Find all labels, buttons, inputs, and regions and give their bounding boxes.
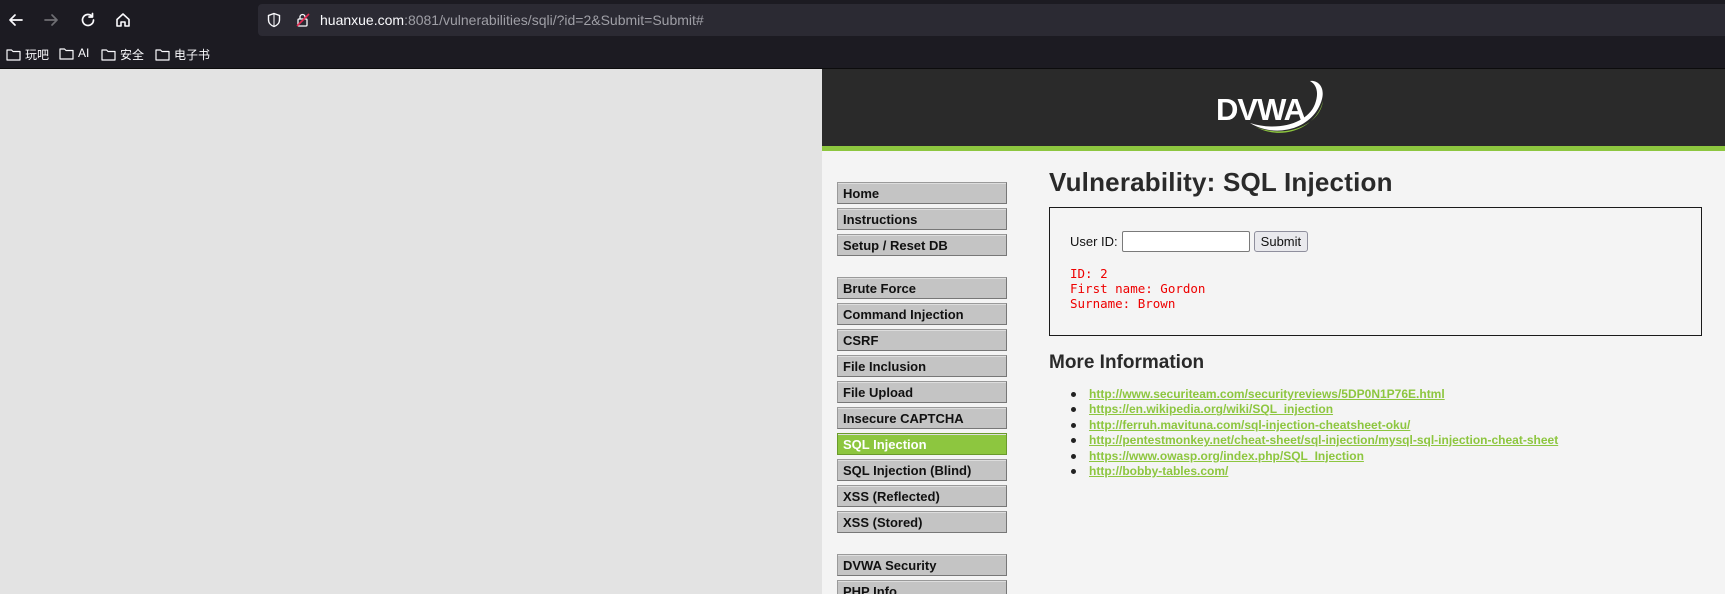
bookmark-label: 玩吧 [25, 48, 50, 62]
menu-item-instructions[interactable]: Instructions [837, 208, 1007, 230]
reference-link[interactable]: https://www.owasp.org/index.php/SQL_Inje… [1089, 449, 1364, 463]
url-host: huanxue.com [320, 12, 405, 28]
menu-item-file-inclusion[interactable]: File Inclusion [837, 355, 1007, 377]
insecure-lock-icon[interactable] [295, 12, 311, 28]
more-info-links: http://www.securiteam.com/securityreview… [1065, 387, 1558, 479]
submit-button[interactable]: Submit [1253, 231, 1309, 252]
menu-item-brute-force[interactable]: Brute Force [837, 277, 1007, 299]
dvwa-page: DVWA Home Instructions Setup / Reset DB … [822, 69, 1725, 594]
menu-item-dvwa-security[interactable]: DVWA Security [837, 554, 1007, 576]
list-item: https://en.wikipedia.org/wiki/SQL_inject… [1065, 402, 1558, 417]
folder-icon [6, 49, 21, 61]
dvwa-logo: DVWA [1216, 80, 1323, 133]
back-button[interactable] [4, 8, 28, 32]
menu-item-home[interactable]: Home [837, 182, 1007, 204]
arrow-right-icon [44, 14, 58, 26]
menu-item-xss-reflected[interactable]: XSS (Reflected) [837, 485, 1007, 507]
folder-icon [59, 47, 74, 60]
list-item: https://www.owasp.org/index.php/SQL_Inje… [1065, 449, 1558, 464]
forward-button[interactable] [39, 8, 63, 32]
menu-item-file-upload[interactable]: File Upload [837, 381, 1007, 403]
arrow-left-icon [9, 14, 23, 26]
result-id: ID: 2 [1070, 266, 1108, 281]
user-id-input[interactable] [1121, 231, 1250, 252]
browser-toolbar: huanxue.com:8081/vulnerabilities/sqli/?i… [0, 0, 1725, 40]
home-icon [116, 13, 130, 27]
main-content: Vulnerability: SQL Injection User ID: Su… [1049, 167, 1709, 478]
menu-item-php-info[interactable]: PHP Info [837, 580, 1007, 594]
menu-item-setup[interactable]: Setup / Reset DB [837, 234, 1007, 256]
list-item: http://www.securiteam.com/securityreview… [1065, 387, 1558, 402]
menu-item-sql-injection-blind[interactable]: SQL Injection (Blind) [837, 459, 1007, 481]
menu-item-xss-stored[interactable]: XSS (Stored) [837, 511, 1007, 533]
vulnerability-box: User ID: Submit ID: 2 First name: Gordon S… [1049, 207, 1702, 336]
reference-link[interactable]: http://www.securiteam.com/securityreview… [1089, 387, 1445, 401]
reload-button[interactable] [76, 8, 100, 32]
bookmark-label: 电子书 [174, 48, 211, 62]
menu-item-sql-injection[interactable]: SQL Injection [837, 433, 1007, 455]
user-id-form: User ID: Submit [1070, 231, 1309, 252]
bookmark-label: 安全 [120, 48, 145, 62]
menu-item-command-injection[interactable]: Command Injection [837, 303, 1007, 325]
url-text[interactable]: huanxue.com:8081/vulnerabilities/sqli/?i… [320, 12, 704, 28]
bookmark-folder[interactable]: 玩吧 [6, 46, 49, 63]
bookmarks-bar: 玩吧 AI 安全 电子书 [0, 40, 1725, 69]
menu-spacer [837, 260, 1007, 277]
shield-icon[interactable] [266, 12, 282, 28]
sidebar-menu: Home Instructions Setup / Reset DB Brute… [837, 182, 1007, 594]
user-id-label: User ID: [1070, 234, 1118, 249]
folder-icon [101, 49, 116, 61]
result-surname: Surname: Brown [1070, 296, 1176, 311]
menu-item-csrf[interactable]: CSRF [837, 329, 1007, 351]
bookmark-folder[interactable]: AI [59, 46, 89, 60]
bookmark-folder[interactable]: 电子书 [155, 46, 210, 63]
url-bar[interactable]: huanxue.com:8081/vulnerabilities/sqli/?i… [258, 4, 1725, 36]
reference-link[interactable]: http://pentestmonkey.net/cheat-sheet/sql… [1089, 433, 1558, 447]
dvwa-header: DVWA [822, 69, 1725, 151]
menu-spacer [837, 537, 1007, 554]
more-info-title: More Information [1049, 352, 1205, 373]
list-item: http://bobby-tables.com/ [1065, 464, 1558, 479]
reference-link[interactable]: http://bobby-tables.com/ [1089, 464, 1228, 478]
logo-text: DVWA [1216, 92, 1306, 127]
page-viewport: DVWA Home Instructions Setup / Reset DB … [0, 69, 1725, 594]
bookmark-folder[interactable]: 安全 [101, 46, 144, 63]
query-result: ID: 2 First name: Gordon Surname: Brown [1070, 266, 1205, 311]
reload-icon [81, 12, 95, 27]
list-item: http://ferruh.mavituna.com/sql-injection… [1065, 418, 1558, 433]
result-first-name: First name: Gordon [1070, 281, 1206, 296]
page-title: Vulnerability: SQL Injection [1049, 167, 1393, 197]
home-button[interactable] [111, 8, 135, 32]
bookmark-label: AI [78, 46, 90, 60]
url-path: :8081/vulnerabilities/sqli/?id=2&Submit=… [404, 12, 704, 28]
menu-item-insecure-captcha[interactable]: Insecure CAPTCHA [837, 407, 1007, 429]
folder-icon [155, 49, 170, 61]
list-item: http://pentestmonkey.net/cheat-sheet/sql… [1065, 433, 1558, 448]
reference-link[interactable]: https://en.wikipedia.org/wiki/SQL_inject… [1089, 402, 1333, 416]
reference-link[interactable]: http://ferruh.mavituna.com/sql-injection… [1089, 418, 1410, 432]
